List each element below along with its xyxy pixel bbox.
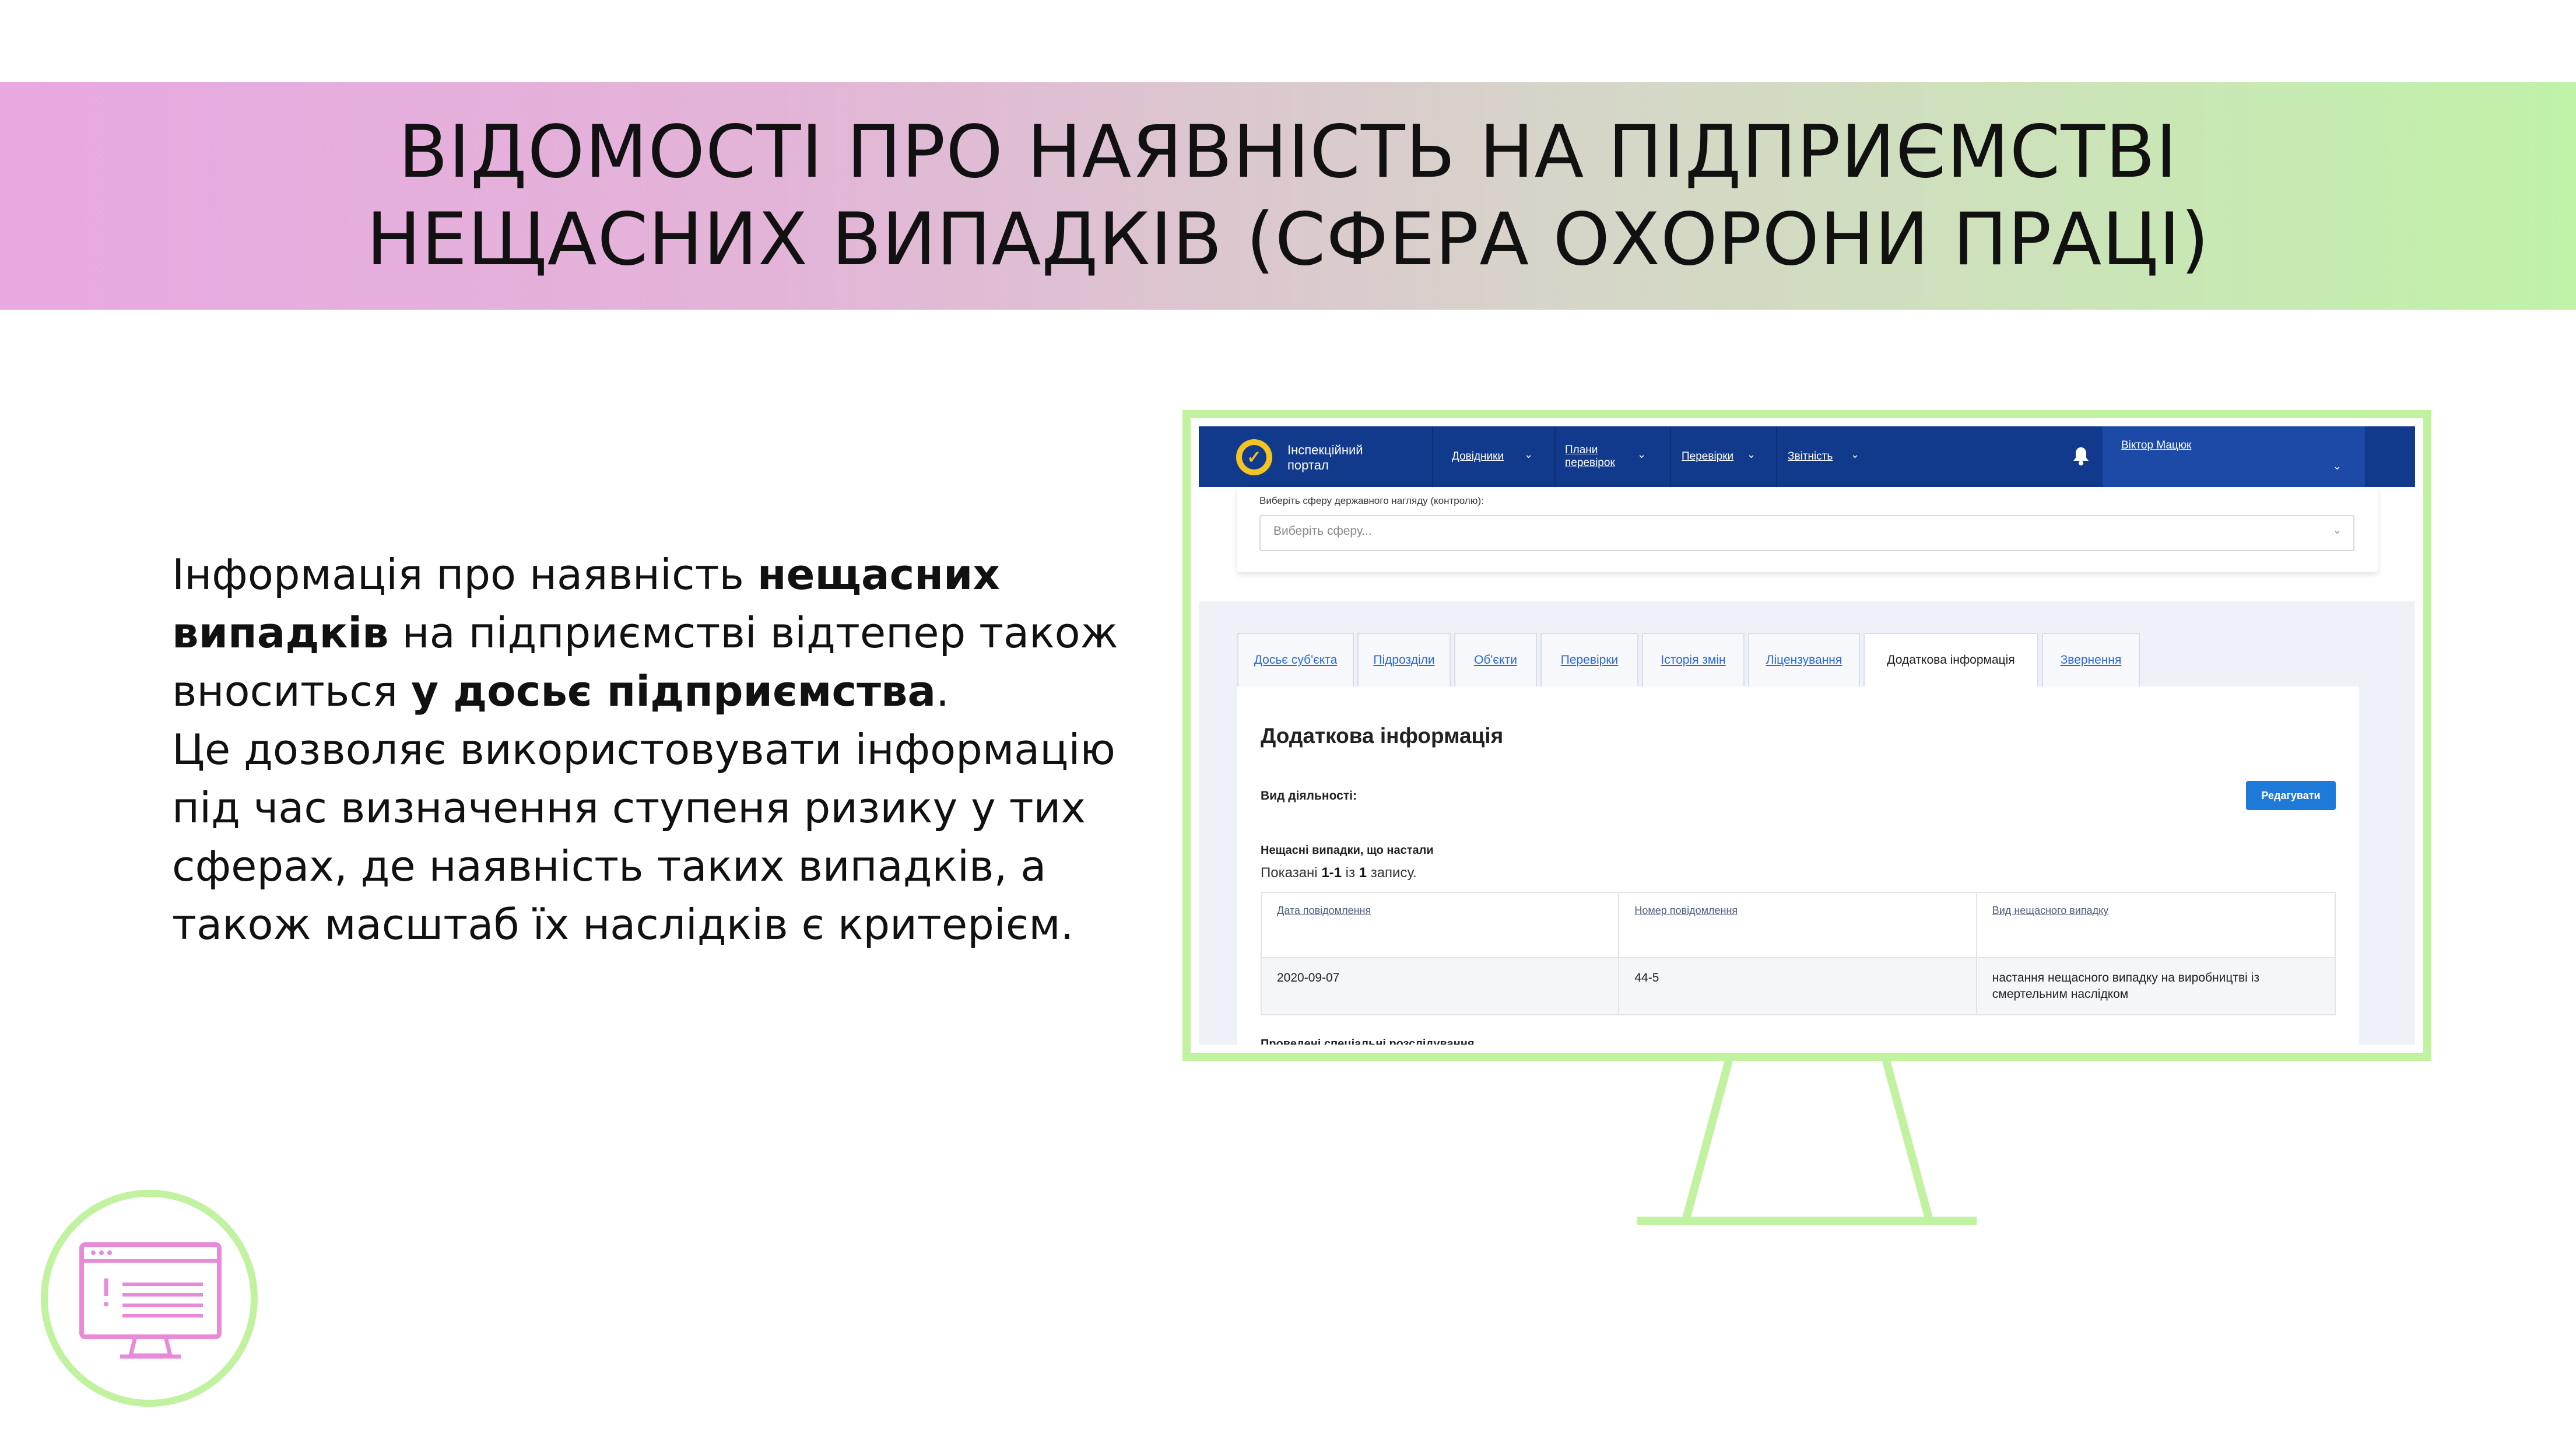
nav-divider [1776, 426, 1777, 487]
tab-change-history[interactable]: Історія змін [1642, 633, 1745, 686]
paragraph-text-4: Це дозволяє використовувати інформацію п… [172, 725, 1115, 949]
sphere-placeholder: Виберіть сферу... [1273, 524, 1372, 538]
shown-total: 1 [1359, 865, 1367, 881]
description-paragraph: Інформація про наявність нещасних випадк… [172, 545, 1163, 954]
nav-divider [1432, 426, 1433, 487]
chevron-down-icon: ⌄ [2332, 524, 2342, 536]
computer-monitor-icon [41, 1190, 258, 1407]
activity-type-label: Вид діяльності: [1261, 789, 1357, 803]
table-header-row: Дата повідомлення Номер повідомлення Вид… [1260, 892, 2336, 958]
tab-subdivisions[interactable]: Підрозділи [1357, 633, 1451, 686]
nav-item-directories[interactable]: Довідники [1452, 426, 1504, 487]
accidents-label: Нещасні випадки, що настали [1261, 844, 1434, 857]
accidents-table: Дата повідомлення Номер повідомлення Вид… [1260, 892, 2336, 1015]
portal-screenshot: ✓ Інспекційний портал Довідники ⌄ Плани … [1199, 426, 2415, 1045]
column-header-date[interactable]: Дата повідомлення [1260, 892, 1620, 958]
nav-divider [1670, 426, 1671, 487]
edit-button[interactable]: Редагувати [2246, 781, 2336, 810]
slide-title-line-1: ВІДОМОСТІ ПРО НАЯВНІСТЬ НА ПІДПРИЄМСТВІ [398, 110, 2178, 194]
tab-licensing[interactable]: Ліцензування [1748, 633, 1860, 686]
paragraph-bold-2: у досьє підприємства [411, 667, 936, 716]
nav-item-reports[interactable]: Звітність [1788, 426, 1833, 487]
records-shown: Показані 1-1 із 1 запису. [1261, 865, 1417, 881]
sphere-select-card: Виберіть сферу державного нагляду (контр… [1237, 487, 2378, 572]
shown-mid: із [1342, 865, 1359, 881]
shown-prefix: Показані [1261, 865, 1322, 881]
tab-additional-info[interactable]: Додаткова інформація [1863, 633, 2038, 686]
chevron-down-icon[interactable]: ⌄ [2333, 460, 2342, 472]
cell-date: 2020-09-07 [1260, 957, 1620, 1015]
tab-objects[interactable]: Об'єкти [1454, 633, 1537, 686]
paragraph-text-1: Інформація про наявність [172, 550, 757, 599]
table-row: 2020-09-07 44-5 настання нещасного випад… [1260, 957, 2336, 1015]
tab-appeals[interactable]: Звернення [2042, 633, 2140, 686]
monitor-frame: ✓ Інспекційний портал Довідники ⌄ Плани … [1182, 410, 2431, 1061]
column-header-number[interactable]: Номер повідомлення [1618, 892, 1977, 958]
bell-icon[interactable] [2072, 446, 2090, 466]
column-header-type[interactable]: Вид нещасного випадку [1975, 892, 2336, 958]
check-circle-icon[interactable]: ✓ [1236, 439, 1272, 475]
chevron-down-icon[interactable]: ⌄ [1524, 449, 1533, 461]
additional-info-panel: Додаткова інформація Вид діяльності: Ред… [1237, 686, 2359, 1045]
nav-item-inspection-plans[interactable]: Плани перевірок [1565, 426, 1623, 487]
sphere-label: Виберіть сферу державного нагляду (контр… [1259, 495, 1484, 506]
monitor-stand-base [1637, 1217, 1977, 1225]
panel-title: Додаткова інформація [1261, 724, 1504, 748]
special-investigations-label: Проведені спеціальні розслідування [1261, 1038, 1475, 1045]
cell-number: 44-5 [1618, 957, 1977, 1015]
nav-divider [1554, 426, 1556, 487]
monitor-stand [1682, 1059, 1933, 1220]
user-menu[interactable]: Віктор Мацюк ⌄ [2103, 426, 2365, 487]
chevron-down-icon[interactable]: ⌄ [1637, 449, 1646, 461]
sphere-select[interactable]: Виберіть сферу... ⌄ [1259, 515, 2354, 551]
title-band: ВІДОМОСТІ ПРО НАЯВНІСТЬ НА ПІДПРИЄМСТВІ … [0, 82, 2576, 310]
cell-type: настання нещасного випадку на виробництв… [1975, 957, 2336, 1015]
paragraph-text-3: . [936, 667, 949, 716]
user-name[interactable]: Віктор Мацюк [2121, 439, 2191, 452]
tab-subject-dossier[interactable]: Досьє суб'єкта [1237, 633, 1354, 686]
slide-title-line-2: НЕЩАСНИХ ВИПАДКІВ (СФЕРА ОХОРОНИ ПРАЦІ) [366, 198, 2210, 282]
nav-item-inspections[interactable]: Перевірки [1682, 426, 1733, 487]
tab-inspections[interactable]: Перевірки [1540, 633, 1638, 686]
portal-navbar: ✓ Інспекційний портал Довідники ⌄ Плани … [1199, 426, 2415, 487]
shown-suffix: запису. [1367, 865, 1417, 881]
portal-brand[interactable]: Інспекційний портал [1287, 443, 1392, 473]
chevron-down-icon[interactable]: ⌄ [1851, 449, 1859, 461]
chevron-down-icon[interactable]: ⌄ [1747, 449, 1756, 461]
shown-range: 1-1 [1321, 865, 1342, 881]
